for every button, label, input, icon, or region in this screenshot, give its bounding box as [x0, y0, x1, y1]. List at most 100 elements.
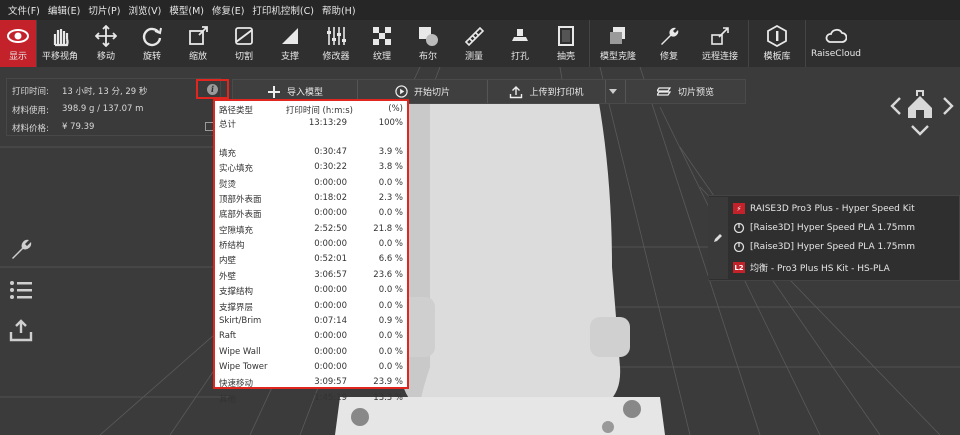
- stats-row: 实心填充 0:30:22 3.8 %: [219, 162, 405, 175]
- stats-print-time: 0:00:00: [314, 346, 347, 357]
- import-model-label: 导入模型: [286, 88, 323, 98]
- layers-icon: [656, 87, 672, 96]
- stats-path-type: Skirt/Brim: [219, 315, 262, 326]
- toolbar-button-label: 模型克隆: [599, 52, 636, 62]
- filament-row-2[interactable]: [Raise3D] Hyper Speed PLA 1.75mm: [733, 241, 915, 252]
- stats-header-row: 路径类型 打印时间 (h:m:s) (%): [219, 104, 405, 117]
- scale-icon: [189, 26, 208, 45]
- toolbar-button-remote[interactable]: 远程连接: [692, 20, 748, 67]
- nav-left-arrow-icon[interactable]: [890, 97, 901, 115]
- upload-to-printer-button[interactable]: 上传到打印机: [488, 80, 606, 103]
- menu-item-4[interactable]: 模型(M): [165, 3, 208, 17]
- stats-row: 底部外表面 0:00:00 0.0 %: [219, 208, 405, 221]
- stats-percent: 6.6 %: [378, 254, 403, 265]
- stats-percent: 0.0 %: [378, 177, 403, 188]
- menu-item-7[interactable]: 帮助(H): [318, 3, 360, 17]
- toolbar-button-eye[interactable]: 显示: [0, 20, 36, 67]
- menu-item-0[interactable]: 文件(F): [4, 3, 44, 17]
- stats-percent: 0.0 %: [378, 239, 403, 250]
- slice-preview-button[interactable]: 切片预览: [626, 80, 745, 103]
- stats-path-type: 填充: [219, 149, 237, 159]
- slice-preview-label: 切片预览: [677, 88, 714, 98]
- stats-percent: 0.9 %: [378, 315, 403, 326]
- toolbar-button-label: 切割: [234, 52, 253, 62]
- toolbar-button-repair[interactable]: 修复: [646, 20, 692, 67]
- stats-path-type: 桥结构: [219, 241, 245, 252]
- stats-row: Wipe Wall 0:00:00 0.0 %: [219, 347, 405, 360]
- stats-total-row: 总计 13:13:29 100%: [219, 118, 405, 131]
- edit-filament-button[interactable]: [708, 197, 728, 279]
- toolbar-button-ruler[interactable]: 测量: [451, 20, 497, 67]
- toolbar-button-scale[interactable]: 缩放: [175, 20, 221, 67]
- print-stats-info-button[interactable]: i: [196, 79, 229, 99]
- print-time-value: 13 小时, 13 分, 29 秒: [62, 87, 148, 97]
- filament-label: [Raise3D] Hyper Speed PLA 1.75mm: [750, 222, 916, 233]
- toolbar-button-cut[interactable]: 切割: [221, 20, 267, 67]
- home-view-icon[interactable]: [908, 90, 932, 118]
- start-slicing-label: 开始切片: [413, 88, 450, 98]
- wrench-icon[interactable]: [8, 236, 36, 262]
- toolbar-button-move[interactable]: 移动: [83, 20, 129, 67]
- toolbar-button-template[interactable]: 模板库: [749, 20, 805, 67]
- toolbar-button-label: 修复: [659, 52, 678, 62]
- stats-print-time: 0:07:14: [314, 315, 347, 326]
- nav-right-arrow-icon[interactable]: [943, 97, 954, 115]
- stats-print-time: 0:00:00: [314, 331, 347, 342]
- toolbar-button-cloud[interactable]: RaiseCloud: [806, 20, 866, 67]
- stats-path-type: 快速移动: [219, 379, 254, 390]
- filament-row-0[interactable]: ⚡ RAISE3D Pro3 Plus - Hyper Speed Kit: [733, 203, 915, 214]
- shell-icon: [558, 26, 574, 46]
- filament-row-1[interactable]: [Raise3D] Hyper Speed PLA 1.75mm: [733, 222, 915, 233]
- print-time-row: 打印时间: 13 小时, 13 分, 29 秒: [12, 85, 147, 97]
- toolbar-button-shell[interactable]: 抽壳: [543, 20, 589, 67]
- clone-icon: [610, 27, 625, 44]
- stats-total-time: 13:13:29: [308, 118, 347, 128]
- stats-row: 其他 1:45:19 13.3 %: [219, 393, 405, 406]
- stats-print-time: 0:30:22: [314, 162, 347, 173]
- toolbar-button-hand[interactable]: 平移视角: [37, 20, 83, 67]
- stats-path-type: Wipe Wall: [219, 346, 261, 357]
- print-time-label: 打印时间:: [12, 87, 49, 97]
- stats-print-time: 0:52:01: [314, 254, 347, 265]
- hand-icon: [53, 29, 69, 47]
- upload-dropdown-button[interactable]: [606, 80, 626, 103]
- boolean-icon: [419, 27, 438, 46]
- info-icon: i: [207, 83, 218, 95]
- menu-item-6[interactable]: 打印机控制(C): [248, 3, 318, 17]
- filament-label: RAISE3D Pro3 Plus - Hyper Speed Kit: [750, 203, 915, 214]
- nav-down-arrow-icon[interactable]: [911, 125, 929, 136]
- toolbar-button-boolean[interactable]: 布尔: [405, 20, 451, 67]
- ruler-icon: [464, 26, 485, 47]
- toolbar-button-support[interactable]: 支撑: [267, 20, 313, 67]
- toolbar-button-label: 模板库: [763, 52, 791, 62]
- menu-item-5[interactable]: 修复(E): [208, 3, 248, 17]
- toolbar-button-label: 支撑: [280, 52, 299, 62]
- stats-print-time: 0:00:00: [314, 177, 347, 188]
- toolbar-button-label: 修改器: [322, 52, 350, 62]
- raise3d-logo-icon: ⚡: [733, 203, 745, 214]
- upload-icon: [510, 85, 523, 98]
- stats-row: Skirt/Brim 0:07:14 0.9 %: [219, 316, 405, 329]
- stats-header-print-time: 打印时间 (h:m:s): [285, 106, 353, 116]
- menu-item-2[interactable]: 切片(P): [84, 3, 124, 17]
- stats-print-time: 3:09:57: [314, 377, 347, 388]
- list-icon[interactable]: [8, 277, 36, 303]
- stats-path-type: 支撑结构: [219, 287, 254, 298]
- filament-row-3[interactable]: L2 均衡 - Pro3 Plus HS Kit - HS-PLA: [733, 261, 890, 274]
- toolbar-button-drill[interactable]: 打孔: [497, 20, 543, 67]
- stats-percent: 0.0 %: [378, 208, 403, 219]
- cloud-icon: [825, 28, 847, 43]
- toolbar-button-rotate[interactable]: 旋转: [129, 20, 175, 67]
- toolbar-button-modifier[interactable]: 修改器: [313, 20, 359, 67]
- toolbar-button-texture[interactable]: 纹理: [359, 20, 405, 67]
- toolbar-button-clone[interactable]: 模型克隆: [590, 20, 646, 67]
- menu-item-3[interactable]: 浏览(V): [124, 3, 165, 17]
- menu-item-1[interactable]: 编辑(E): [44, 3, 84, 17]
- stats-print-time: 0:00:00: [314, 361, 347, 372]
- pencil-icon: [714, 234, 722, 242]
- cut-icon: [235, 27, 253, 45]
- stats-percent: 3.9 %: [378, 147, 403, 157]
- toolbar-button-label: 移动: [96, 52, 115, 62]
- export-icon[interactable]: [8, 318, 36, 344]
- filament-icon: [733, 222, 745, 233]
